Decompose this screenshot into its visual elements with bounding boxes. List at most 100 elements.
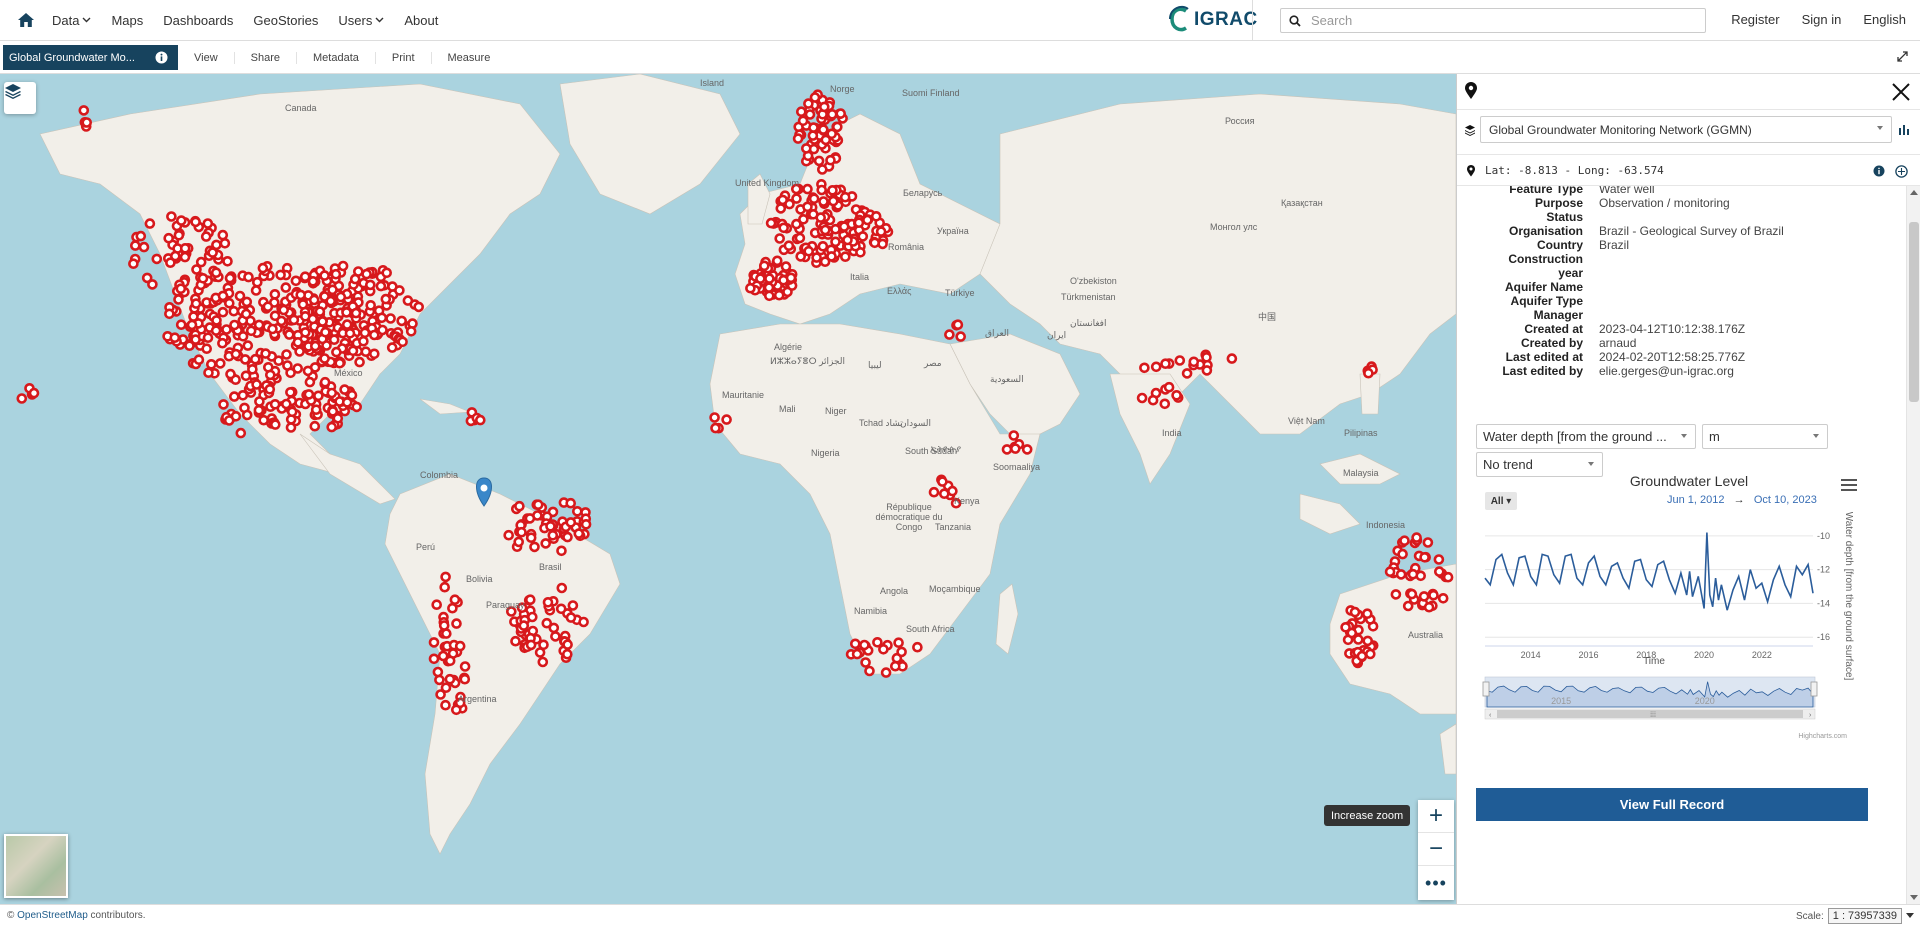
monitoring-point[interactable] <box>800 143 812 154</box>
tool-view[interactable]: View <box>194 51 235 64</box>
monitoring-point[interactable] <box>827 185 838 196</box>
monitoring-point[interactable] <box>377 324 388 336</box>
monitoring-point[interactable] <box>81 117 92 128</box>
monitoring-point[interactable] <box>869 237 881 249</box>
monitoring-point[interactable] <box>295 289 307 301</box>
monitoring-point[interactable] <box>297 299 309 310</box>
monitoring-point[interactable] <box>286 406 298 418</box>
monitoring-point[interactable] <box>516 526 527 538</box>
monitoring-point[interactable] <box>525 639 537 651</box>
monitoring-point[interactable] <box>1001 444 1013 455</box>
monitoring-point[interactable] <box>1434 566 1445 577</box>
monitoring-point[interactable] <box>222 256 233 267</box>
coordinate-edit-icon[interactable] <box>1895 165 1908 178</box>
monitoring-point[interactable] <box>444 655 456 667</box>
monitoring-point[interactable] <box>175 319 187 330</box>
monitoring-point[interactable] <box>1171 389 1182 401</box>
monitoring-point[interactable] <box>175 283 187 294</box>
layer-tab[interactable]: Global Groundwater Mo... <box>3 45 178 70</box>
more-tools-button[interactable]: ••• <box>1418 866 1454 899</box>
monitoring-point[interactable] <box>351 401 363 413</box>
tool-print[interactable]: Print <box>392 51 432 64</box>
monitoring-point[interactable] <box>330 268 342 280</box>
monitoring-point[interactable] <box>228 305 240 317</box>
monitoring-point[interactable] <box>368 348 380 360</box>
monitoring-point[interactable] <box>283 329 295 340</box>
monitoring-point[interactable] <box>402 295 414 306</box>
monitoring-point[interactable] <box>179 251 191 263</box>
monitoring-point[interactable] <box>532 499 544 511</box>
monitoring-point[interactable] <box>1419 551 1430 563</box>
monitoring-point[interactable] <box>1159 398 1171 410</box>
groundwater-chart[interactable]: 2014 2016 2018 2020 2022 -10-12-14-16 Time W… <box>1457 512 1897 752</box>
monitoring-point[interactable] <box>537 656 549 668</box>
monitoring-point[interactable] <box>237 330 249 342</box>
monitoring-point[interactable] <box>513 536 525 548</box>
monitoring-point[interactable] <box>1395 569 1407 580</box>
monitoring-point[interactable] <box>548 622 560 634</box>
monitoring-point[interactable] <box>309 340 321 352</box>
monitoring-point[interactable] <box>1163 381 1175 393</box>
monitoring-point[interactable] <box>763 282 775 293</box>
monitoring-point[interactable] <box>1422 537 1434 548</box>
monitoring-point[interactable] <box>1406 588 1418 600</box>
monitoring-point[interactable] <box>816 184 828 196</box>
monitoring-point[interactable] <box>262 301 274 312</box>
monitoring-point[interactable] <box>765 217 777 229</box>
tool-share[interactable]: Share <box>251 51 298 64</box>
monitoring-point[interactable] <box>250 285 262 296</box>
monitoring-point[interactable] <box>354 356 365 368</box>
monitoring-point[interactable] <box>1147 394 1159 406</box>
search-input[interactable] <box>1311 13 1691 28</box>
monitoring-point[interactable] <box>817 241 829 252</box>
monitoring-point[interactable] <box>439 581 451 593</box>
range-all-button[interactable]: All ▾ <box>1485 492 1517 510</box>
monitoring-point[interactable] <box>816 164 828 175</box>
monitoring-point[interactable] <box>290 275 302 287</box>
monitoring-point[interactable] <box>299 271 311 282</box>
monitoring-point[interactable] <box>710 422 721 434</box>
monitoring-point[interactable] <box>364 279 376 291</box>
monitoring-point[interactable] <box>952 319 964 330</box>
date-from[interactable]: Jun 1, 2012 <box>1667 494 1725 506</box>
monitoring-point[interactable] <box>797 115 809 127</box>
monitoring-point[interactable] <box>1150 361 1162 373</box>
monitoring-point[interactable] <box>802 201 813 213</box>
monitoring-point[interactable] <box>1021 444 1033 455</box>
monitoring-point[interactable] <box>778 222 790 234</box>
measurement-select[interactable]: Water depth [from the ground ... <box>1476 424 1696 449</box>
monitoring-point[interactable] <box>217 229 229 241</box>
monitoring-point[interactable] <box>380 293 392 305</box>
monitoring-point[interactable] <box>217 290 229 302</box>
monitoring-point[interactable] <box>785 272 797 284</box>
monitoring-point[interactable] <box>580 518 592 530</box>
monitoring-point[interactable] <box>251 379 262 390</box>
monitoring-point[interactable] <box>288 314 300 326</box>
monitoring-point[interactable] <box>1139 362 1150 374</box>
monitoring-point[interactable] <box>381 267 393 279</box>
monitoring-point[interactable] <box>394 285 405 296</box>
monitoring-point[interactable] <box>229 391 240 402</box>
monitoring-point[interactable] <box>518 620 530 631</box>
chart-menu-icon[interactable] <box>1841 479 1857 494</box>
monitoring-point[interactable] <box>264 383 276 395</box>
monitoring-point[interactable] <box>310 404 322 416</box>
monitoring-point[interactable] <box>872 636 883 648</box>
nav-item-dashboards[interactable]: Dashboards <box>163 13 233 28</box>
navigator-right-handle[interactable] <box>1810 681 1818 697</box>
monitoring-point[interactable] <box>794 232 806 244</box>
monitoring-point[interactable] <box>565 497 577 509</box>
monitoring-point[interactable] <box>359 327 371 339</box>
monitoring-point[interactable] <box>147 279 158 290</box>
monitoring-point[interactable] <box>1384 566 1396 578</box>
chart-toggle-icon[interactable] <box>1898 124 1910 136</box>
monitoring-point[interactable] <box>307 313 319 325</box>
monitoring-point[interactable] <box>818 196 829 207</box>
monitoring-point[interactable] <box>571 505 583 517</box>
monitoring-point[interactable] <box>889 660 901 672</box>
monitoring-point[interactable] <box>280 282 292 293</box>
coordinate-info-icon[interactable] <box>1873 165 1885 177</box>
monitoring-point[interactable] <box>224 297 235 309</box>
monitoring-point[interactable] <box>565 517 577 528</box>
monitoring-point[interactable] <box>257 262 269 274</box>
